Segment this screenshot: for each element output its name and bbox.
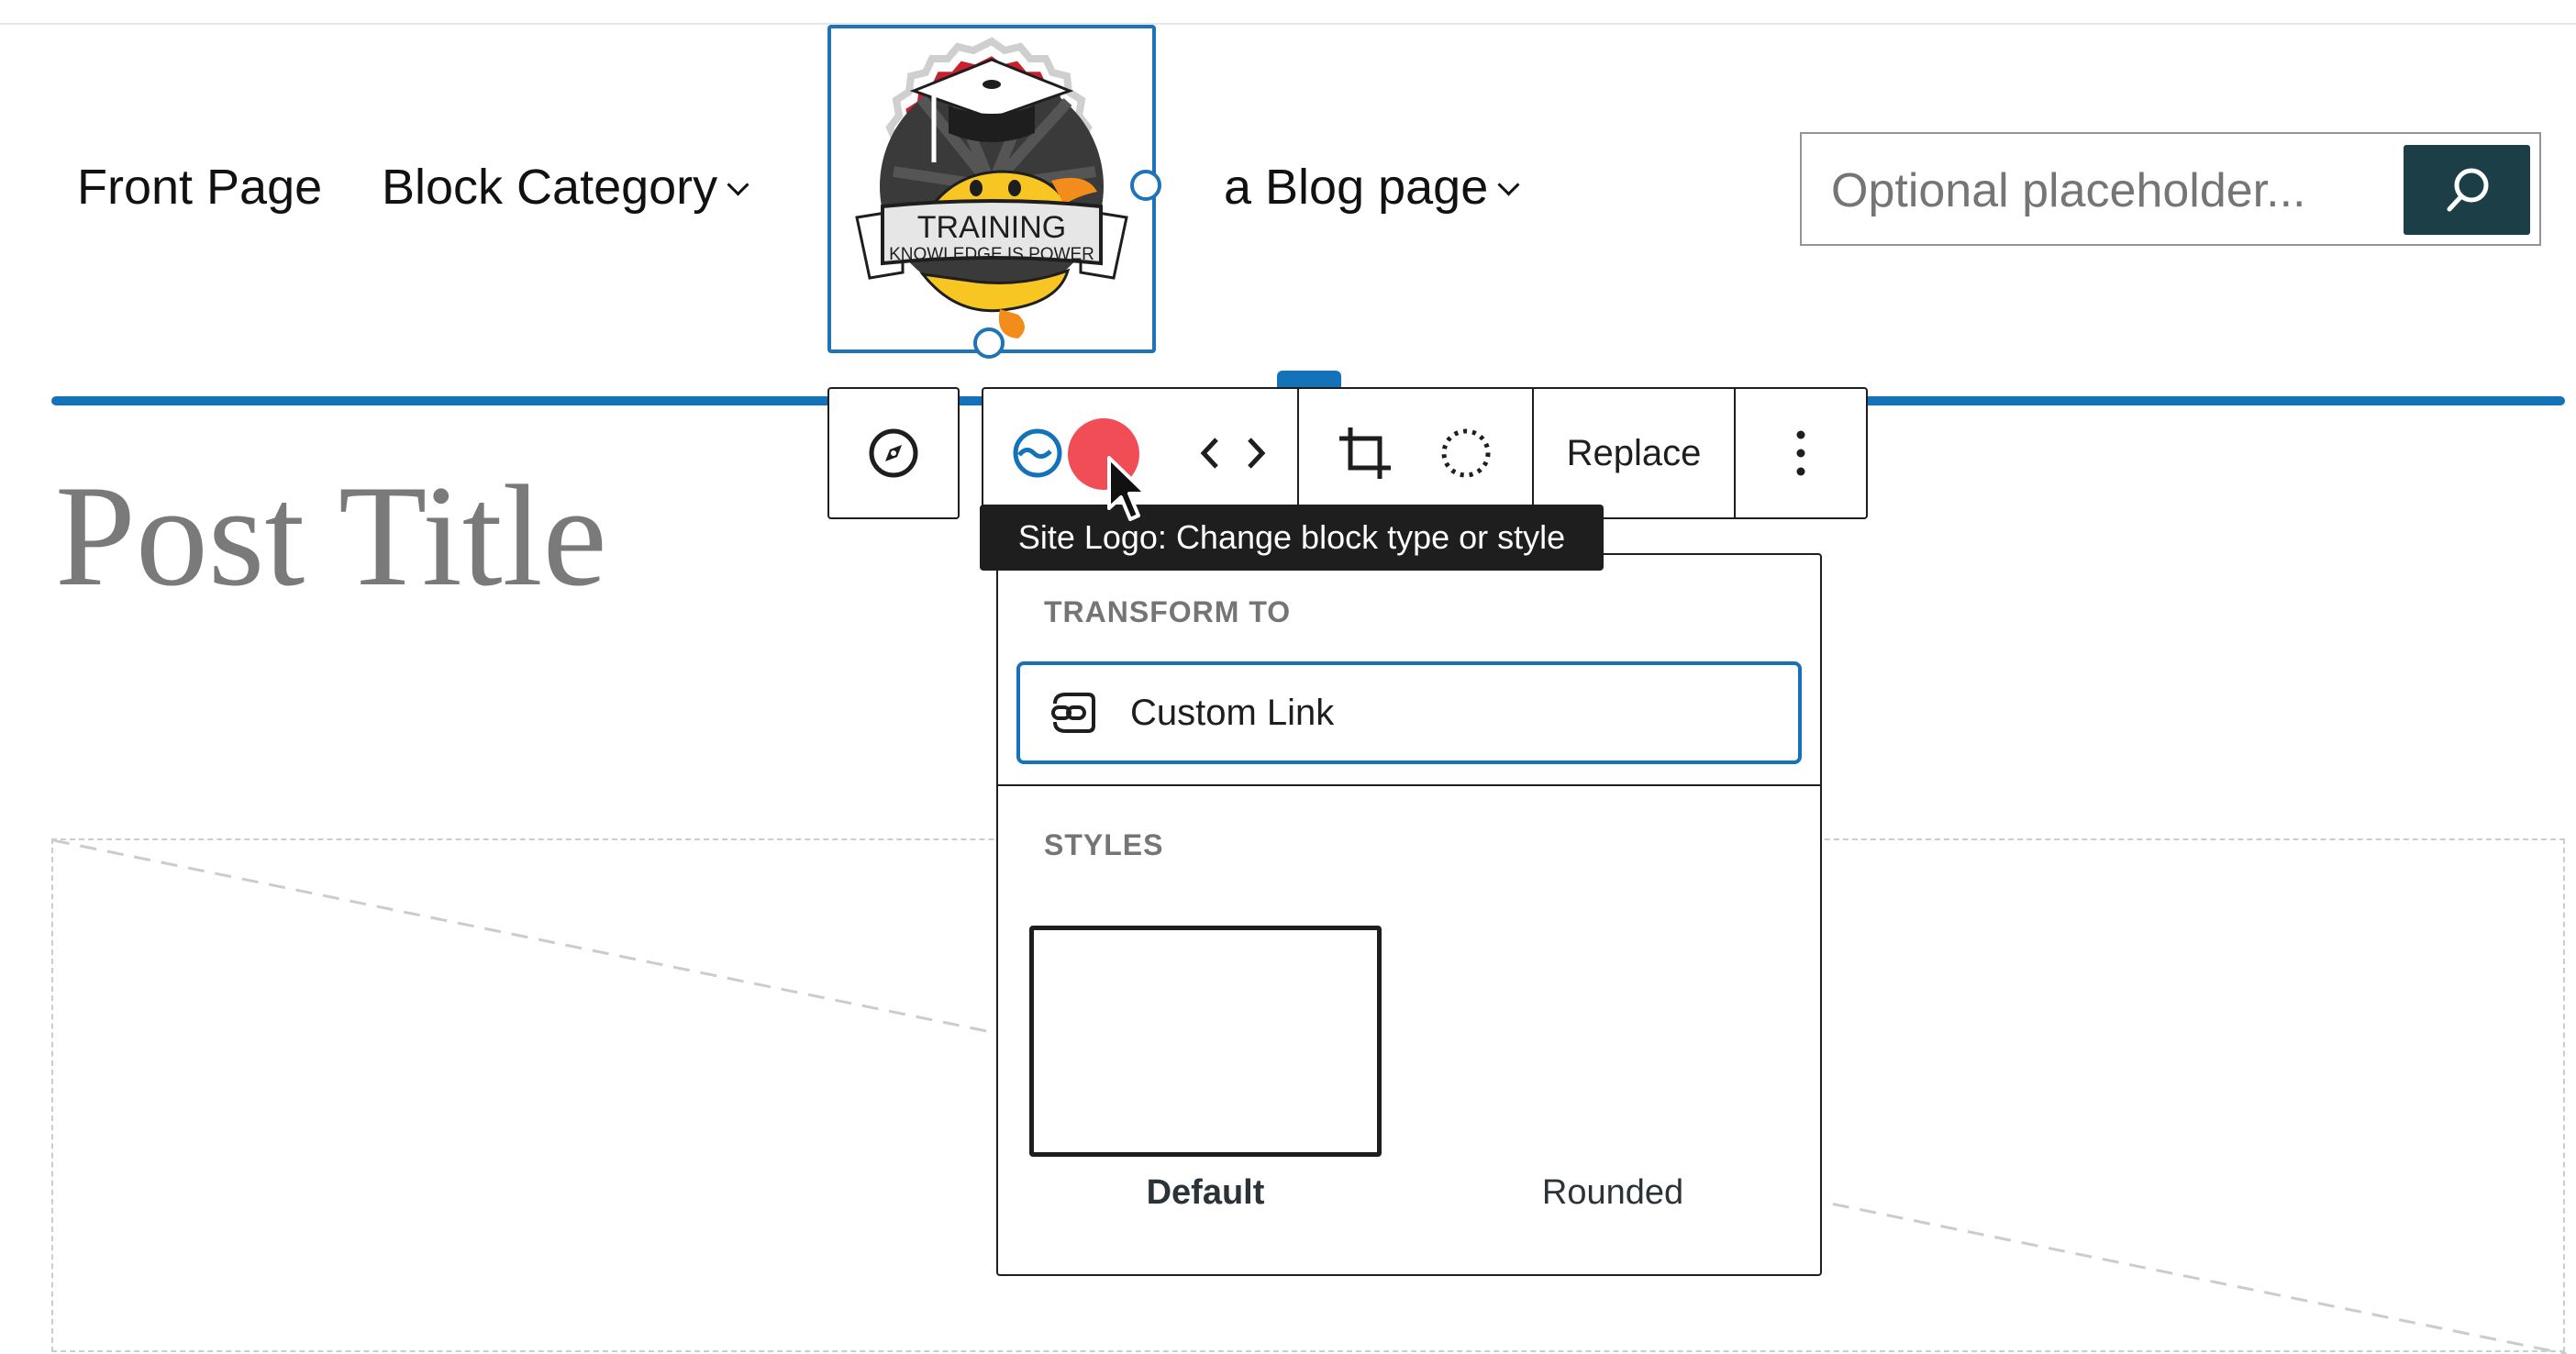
- nav-item-block-category[interactable]: Block Category: [382, 158, 749, 216]
- search-button[interactable]: [2404, 145, 2530, 235]
- nav-item-label: Block Category: [382, 160, 718, 215]
- logo-tagline-text: KNOWLEDGE IS POWER: [889, 245, 1094, 264]
- resize-handle-right[interactable]: [1130, 170, 1161, 201]
- style-option-rounded[interactable]: Rounded: [1437, 1173, 1789, 1213]
- compass-icon: [869, 428, 918, 478]
- styles-heading: STYLES: [1044, 828, 1164, 861]
- chevron-down-icon: [727, 173, 749, 196]
- style-preview-default[interactable]: [1029, 926, 1382, 1157]
- site-logo-image: TRAINING KNOWLEDGE IS POWER: [855, 34, 1128, 338]
- circle-crop-button[interactable]: [1415, 389, 1517, 517]
- block-switcher-popover: TRANSFORM TO Custom Link STYLES Default …: [996, 553, 1822, 1276]
- dotted-circle-icon: [1441, 428, 1491, 478]
- nav-item-label: Front Page: [77, 160, 323, 215]
- parent-select-group: [827, 387, 960, 519]
- nav-item-label: a Blog page: [1224, 160, 1489, 215]
- replace-button[interactable]: Replace: [1534, 389, 1734, 517]
- more-options-button[interactable]: [1736, 389, 1866, 517]
- style-option-default[interactable]: Default: [1029, 1173, 1382, 1213]
- site-logo-icon: [1013, 428, 1062, 478]
- transform-heading: TRANSFORM TO: [1044, 595, 1292, 628]
- kebab-icon: [1796, 430, 1805, 476]
- nav-item-blog-page[interactable]: a Blog page: [1224, 158, 1520, 216]
- transform-option-label: Custom Link: [1130, 693, 1335, 733]
- popover-divider: [998, 784, 1820, 786]
- tooltip: Site Logo: Change block type or style: [980, 505, 1604, 571]
- search-input[interactable]: [1829, 154, 2365, 228]
- site-logo-block[interactable]: TRAINING KNOWLEDGE IS POWER: [827, 25, 1161, 359]
- move-right-button[interactable]: [1224, 389, 1290, 517]
- toolbar-divider: [1297, 389, 1299, 517]
- resize-handle-bottom[interactable]: [973, 327, 1005, 359]
- search-icon: [2447, 168, 2489, 212]
- cursor-arrow-icon: [1107, 456, 1148, 521]
- post-title[interactable]: Post Title: [55, 459, 607, 615]
- parent-select-button[interactable]: [829, 389, 958, 517]
- crop-button[interactable]: [1314, 389, 1416, 517]
- logo-title-text: TRAINING: [917, 210, 1066, 245]
- top-divider: [0, 23, 2576, 25]
- chevron-down-icon: [1497, 173, 1520, 196]
- chevron-left-icon: [1200, 438, 1218, 469]
- crop-icon: [1339, 427, 1391, 479]
- replace-label: Replace: [1566, 432, 1702, 473]
- search-block: [1800, 132, 2541, 246]
- chevron-right-icon: [1248, 438, 1266, 469]
- nav-item-front-page[interactable]: Front Page: [77, 158, 322, 216]
- transform-option-custom-link[interactable]: Custom Link: [1016, 661, 1802, 764]
- custom-link-icon: [1051, 693, 1095, 733]
